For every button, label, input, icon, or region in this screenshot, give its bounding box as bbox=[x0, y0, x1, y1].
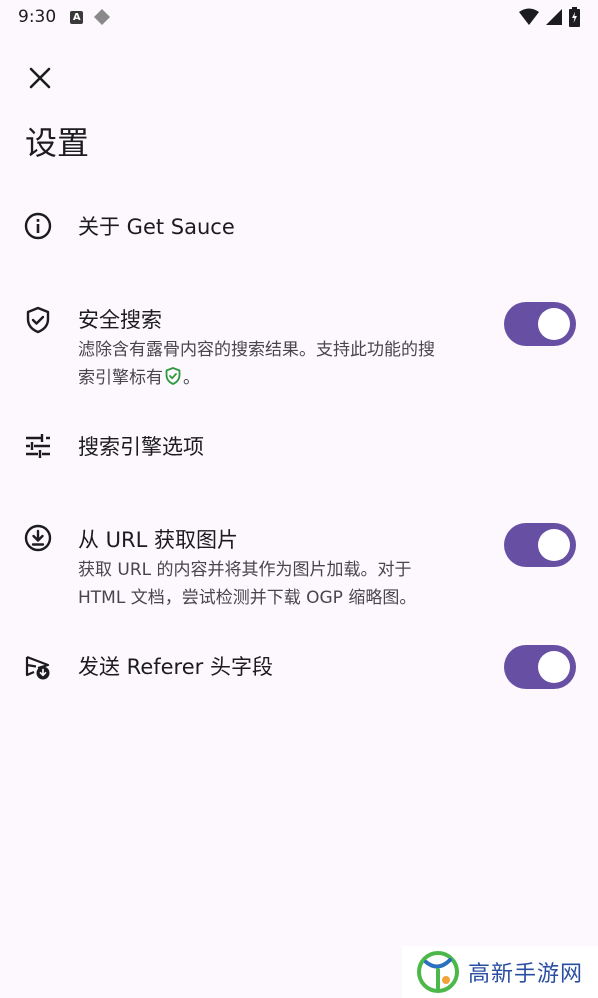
send-referer-toggle[interactable] bbox=[504, 645, 576, 689]
setting-fetch-from-url-description: 获取 URL 的内容并将其作为图片加载。对于 HTML 文档，尝试检测并下载 O… bbox=[78, 556, 480, 612]
desc-line-1: 获取 URL 的内容并将其作为图片加载。对于 bbox=[78, 560, 412, 580]
info-icon bbox=[24, 212, 52, 240]
download-circle-icon bbox=[24, 524, 52, 552]
status-time: 9:30 bbox=[18, 7, 57, 27]
watermark-text: 高新手游网 bbox=[468, 962, 584, 987]
tag-icon bbox=[94, 9, 111, 25]
setting-engine-options-label: 搜索引擎选项 bbox=[78, 435, 204, 459]
close-button[interactable] bbox=[22, 60, 58, 96]
shield-check-icon bbox=[24, 306, 52, 334]
close-icon bbox=[29, 67, 51, 89]
signal-icon bbox=[546, 9, 562, 25]
desc-line-2: 索引擎标有 bbox=[78, 368, 163, 388]
toggle-knob bbox=[538, 529, 570, 561]
toggle-knob bbox=[538, 308, 570, 340]
status-bar: 9:30 A bbox=[0, 0, 598, 34]
safe-search-toggle[interactable] bbox=[504, 302, 576, 346]
setting-safe-search-description: 滤除含有露骨内容的搜索结果。支持此功能的搜 索引擎标有 。 bbox=[78, 336, 480, 392]
green-shield-icon bbox=[165, 367, 181, 385]
setting-send-referer[interactable]: 发送 Referer 头字段 bbox=[0, 645, 598, 689]
toggle-knob bbox=[538, 651, 570, 683]
setting-safe-search-label: 安全搜索 bbox=[78, 308, 162, 332]
setting-safe-search[interactable]: 安全搜索 滤除含有露骨内容的搜索结果。支持此功能的搜 索引擎标有 。 bbox=[0, 302, 598, 394]
setting-engine-options[interactable]: 搜索引擎选项 bbox=[0, 432, 598, 462]
watermark: 高新手游网 bbox=[402, 946, 598, 998]
status-notification-icons: A bbox=[70, 8, 111, 26]
desc-line-2: HTML 文档，尝试检测并下载 OGP 缩略图。 bbox=[78, 588, 417, 608]
setting-fetch-from-url-label: 从 URL 获取图片 bbox=[78, 528, 239, 552]
desc-line-2-end: 。 bbox=[183, 368, 200, 388]
fetch-from-url-toggle[interactable] bbox=[504, 523, 576, 567]
desc-line-1: 滤除含有露骨内容的搜索结果。支持此功能的搜 bbox=[78, 340, 435, 360]
setting-send-referer-label: 发送 Referer 头字段 bbox=[78, 655, 273, 679]
page-title: 设置 bbox=[25, 124, 90, 162]
setting-fetch-from-url[interactable]: 从 URL 获取图片 获取 URL 的内容并将其作为图片加载。对于 HTML 文… bbox=[0, 523, 598, 614]
tune-icon bbox=[24, 432, 52, 460]
a-notification-icon: A bbox=[70, 10, 84, 24]
watermark-logo-icon bbox=[417, 951, 459, 993]
send-download-icon bbox=[24, 653, 52, 681]
wifi-icon bbox=[519, 8, 539, 25]
battery-icon bbox=[569, 7, 580, 27]
setting-about-label: 关于 Get Sauce bbox=[78, 215, 235, 239]
status-system-icons bbox=[519, 7, 580, 27]
setting-about[interactable]: 关于 Get Sauce bbox=[0, 212, 598, 242]
